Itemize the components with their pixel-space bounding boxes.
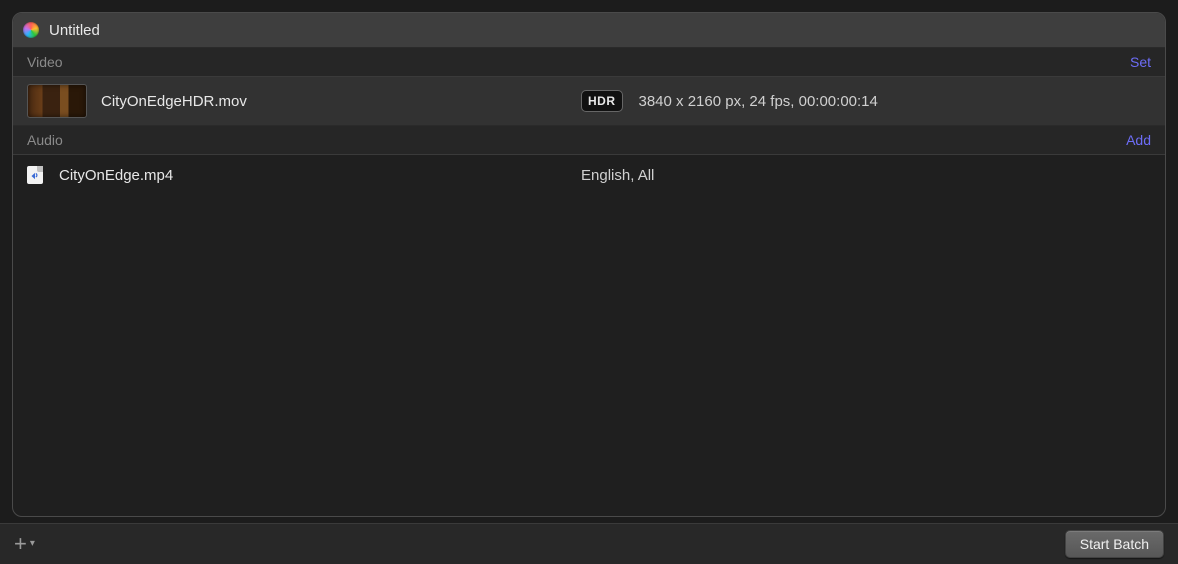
audio-section-label: Audio xyxy=(27,132,63,148)
batch-title: Untitled xyxy=(49,22,100,39)
audio-file-icon xyxy=(27,166,43,184)
start-batch-button[interactable]: Start Batch xyxy=(1065,530,1164,558)
video-section-label: Video xyxy=(27,54,63,70)
audio-row[interactable]: CityOnEdge.mp4 English, All xyxy=(13,155,1165,195)
audio-add-button[interactable]: Add xyxy=(1126,132,1151,148)
batch-header[interactable]: Untitled xyxy=(13,13,1165,48)
audio-filename: CityOnEdge.mp4 xyxy=(59,167,173,184)
plus-icon: + xyxy=(14,533,27,555)
batch-window: Untitled Video Set CityOnEdgeHDR.mov HDR… xyxy=(0,0,1178,564)
content-area: Untitled Video Set CityOnEdgeHDR.mov HDR… xyxy=(0,0,1178,523)
batch-panel: Untitled Video Set CityOnEdgeHDR.mov HDR… xyxy=(12,12,1166,517)
audio-info: English, All xyxy=(581,167,654,184)
footer-bar: + ▾ Start Batch xyxy=(0,523,1178,564)
video-info-block: HDR 3840 x 2160 px, 24 fps, 00:00:00:14 xyxy=(581,90,1151,112)
video-row[interactable]: CityOnEdgeHDR.mov HDR 3840 x 2160 px, 24… xyxy=(13,77,1165,126)
video-filename: CityOnEdgeHDR.mov xyxy=(101,93,247,110)
audio-section-header: Audio Add xyxy=(13,126,1165,155)
video-info: 3840 x 2160 px, 24 fps, 00:00:00:14 xyxy=(639,93,878,110)
add-menu-button[interactable]: + ▾ xyxy=(14,533,35,555)
start-batch-label: Start Batch xyxy=(1080,536,1149,552)
video-thumbnail xyxy=(27,84,87,118)
video-section-header: Video Set xyxy=(13,48,1165,77)
video-set-button[interactable]: Set xyxy=(1130,54,1151,70)
audio-info-block: English, All xyxy=(581,167,1151,184)
batch-icon xyxy=(23,22,39,38)
hdr-badge: HDR xyxy=(581,90,623,112)
chevron-down-icon: ▾ xyxy=(30,539,35,549)
